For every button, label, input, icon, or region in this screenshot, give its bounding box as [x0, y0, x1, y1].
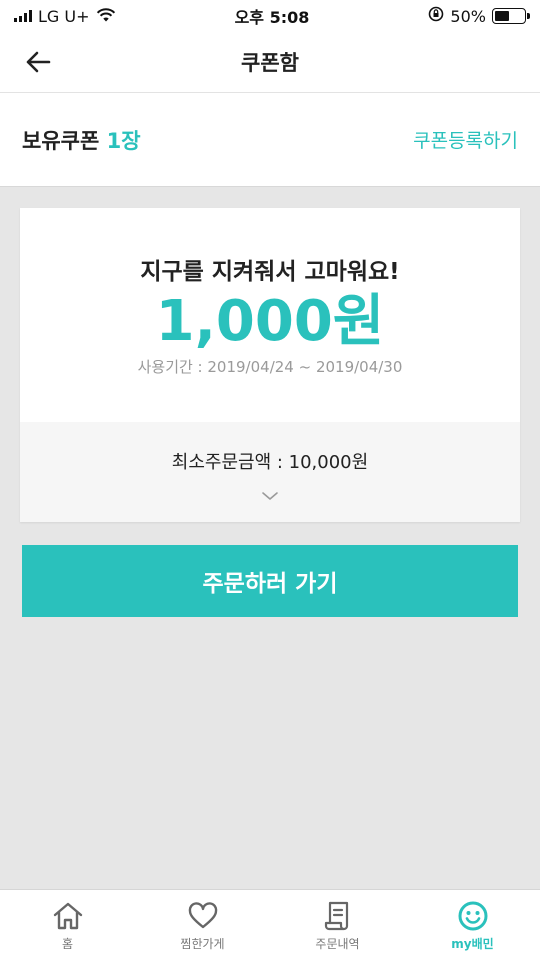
coupon-detail-toggle[interactable]: 최소주문금액 : 10,000원	[20, 422, 520, 522]
coupon-card: 지구를 지켜줘서 고마워요! 1,000원 사용기간 : 2019/04/24 …	[20, 208, 520, 522]
carrier-label: LG U+	[38, 6, 90, 26]
tab-orders[interactable]: 주문내역	[270, 890, 405, 961]
status-left: LG U+	[14, 7, 116, 26]
heart-icon	[187, 900, 219, 932]
tab-label: 찜한가게	[180, 937, 225, 951]
tab-my-baemin[interactable]: my배민	[405, 890, 540, 961]
coupon-info: 지구를 지켜줘서 고마워요! 1,000원 사용기간 : 2019/04/24 …	[20, 208, 520, 422]
smile-icon	[457, 900, 489, 932]
app-header: 쿠폰함	[0, 32, 540, 93]
signal-icon	[14, 10, 32, 22]
battery-icon	[491, 8, 530, 24]
bottom-tab-bar: 홈 찜한가게 주문내역 my배민	[0, 889, 540, 961]
tab-home[interactable]: 홈	[0, 890, 135, 961]
wifi-icon	[96, 7, 116, 26]
tab-label: 주문내역	[315, 937, 360, 951]
chevron-down-icon	[261, 486, 279, 505]
tab-favorites[interactable]: 찜한가게	[135, 890, 270, 961]
arrow-left-icon	[26, 51, 51, 73]
tab-label: 홈	[61, 937, 74, 951]
min-order-amount: 최소주문금액 : 10,000원	[171, 452, 369, 473]
status-time: 오후 5:08	[234, 8, 310, 27]
register-coupon-link[interactable]: 쿠폰등록하기	[413, 126, 518, 153]
coupon-amount: 1,000원	[155, 289, 385, 354]
coupon-period: 사용기간 : 2019/04/24 ~ 2019/04/30	[137, 358, 403, 377]
orientation-lock-icon	[428, 6, 444, 26]
coupon-count-label: 보유쿠폰 1장	[22, 125, 141, 155]
tab-label: my배민	[451, 937, 494, 951]
coupon-count: 1장	[106, 128, 141, 153]
status-bar: LG U+ 오후 5:08 50%	[0, 0, 540, 32]
coupon-name: 지구를 지켜줘서 고마워요!	[140, 259, 400, 285]
go-order-button[interactable]: 주문하러 가기	[22, 545, 518, 617]
receipt-icon	[323, 900, 353, 932]
page-title: 쿠폰함	[241, 51, 299, 75]
status-right: 50%	[428, 6, 530, 26]
battery-percent: 50%	[450, 6, 486, 26]
owned-coupon-label: 보유쿠폰	[22, 128, 100, 153]
back-button[interactable]	[18, 44, 58, 80]
home-icon	[51, 900, 85, 932]
coupon-summary: 보유쿠폰 1장 쿠폰등록하기	[0, 93, 540, 187]
